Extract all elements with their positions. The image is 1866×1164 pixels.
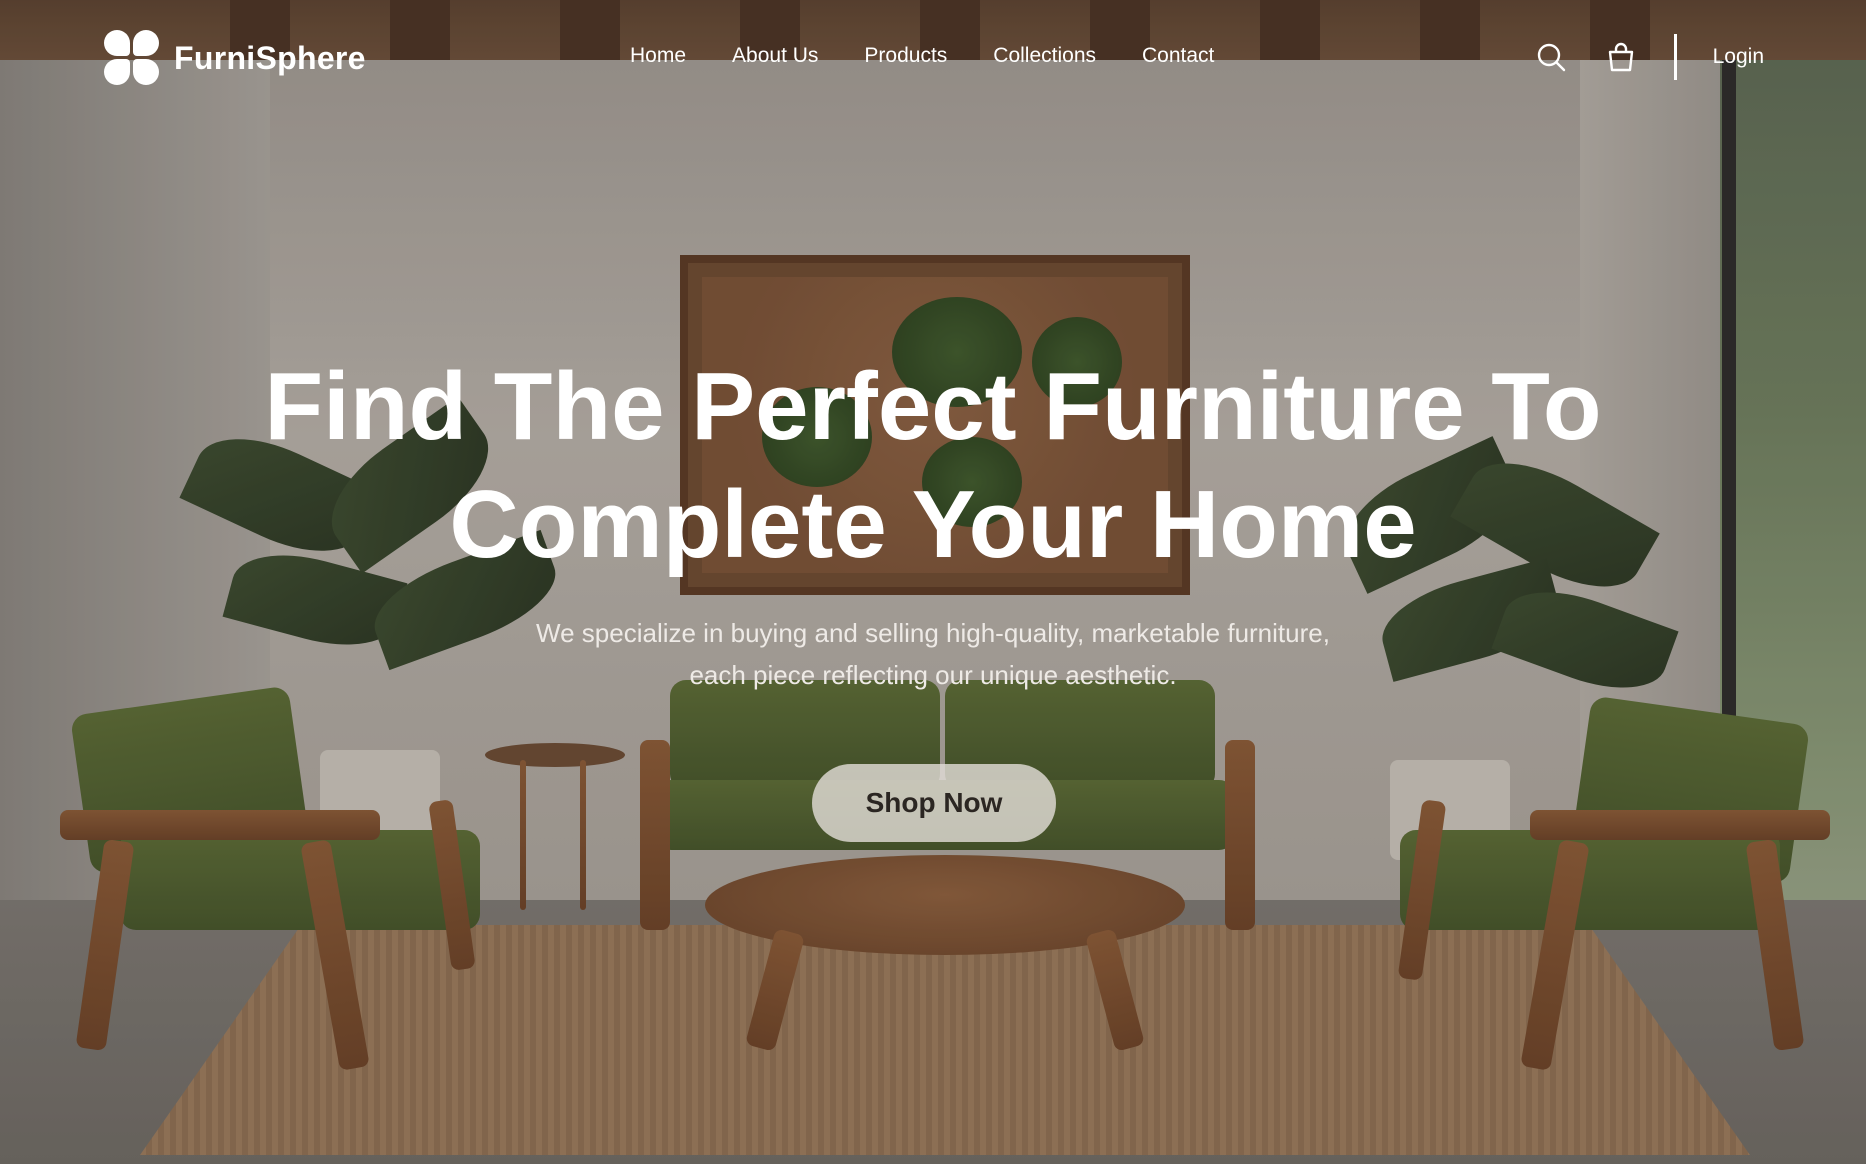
hero-subtext: We specialize in buying and selling high… [0, 612, 1866, 696]
hero-subtext-line2: each piece reflecting our unique aesthet… [689, 660, 1177, 690]
login-link[interactable]: Login [1713, 45, 1764, 69]
brand-logo[interactable]: FurniSphere [104, 30, 366, 86]
nav-link-products[interactable]: Products [864, 44, 947, 68]
shop-now-button[interactable]: Shop Now [812, 764, 1056, 842]
main-menu: Home About Us Products Collections Conta… [630, 44, 1214, 68]
hero-headline-line1: Find The Perfect Furniture To [264, 353, 1602, 460]
hero-subtext-line1: We specialize in buying and selling high… [536, 618, 1330, 648]
search-icon[interactable] [1534, 40, 1568, 74]
brand-name: FurniSphere [174, 39, 366, 76]
hero-section: FurniSphere Home About Us Products Colle… [0, 0, 1866, 1164]
nav-link-home[interactable]: Home [630, 44, 686, 68]
logo-icon [104, 30, 160, 86]
nav-link-collections[interactable]: Collections [993, 44, 1096, 68]
header-tools: Login [1534, 34, 1764, 80]
nav-link-about-us[interactable]: About Us [732, 44, 818, 68]
hero-headline: Find The Perfect Furniture To Complete Y… [0, 348, 1866, 584]
top-navbar: FurniSphere Home About Us Products Colle… [0, 0, 1866, 120]
header-divider [1673, 34, 1677, 80]
nav-link-contact[interactable]: Contact [1142, 44, 1214, 68]
hero-headline-line2: Complete Your Home [449, 471, 1417, 578]
shopping-bag-icon[interactable] [1604, 40, 1638, 74]
